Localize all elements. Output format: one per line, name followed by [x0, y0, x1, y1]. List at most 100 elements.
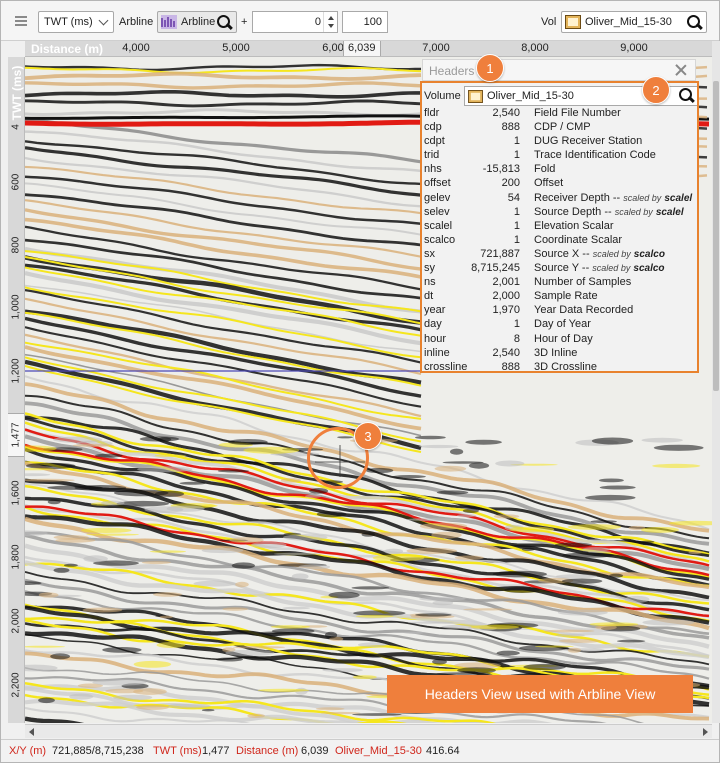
header-value: 54	[507, 191, 520, 204]
header-description: Sample Rate	[534, 290, 598, 302]
x-tick: 7,000	[422, 42, 450, 54]
header-row[interactable]: fldr 2,540 Field File Number	[424, 107, 697, 121]
y-tick: 2,200	[10, 672, 22, 698]
header-key: selev	[424, 205, 450, 218]
header-description: 3D Crossline	[534, 361, 597, 371]
x-tick: 6,00	[322, 42, 344, 54]
header-description: Receiver Depth -- scaled by scalel	[534, 192, 692, 204]
header-row[interactable]: nhs -15,813 Fold	[424, 163, 697, 177]
header-description: Trace Identification Code	[534, 149, 656, 161]
volume-icon	[468, 90, 483, 103]
header-scale-key: scalco	[633, 263, 665, 275]
header-row[interactable]: cdp 888 CDP / CMP	[424, 121, 697, 135]
header-description: Coordinate Scalar	[534, 234, 622, 246]
header-row[interactable]: selev 1 Source Depth -- scaled by scalel	[424, 205, 697, 220]
status-distance-label: Distance (m)	[236, 745, 299, 757]
x-cursor-readout: 6,039	[343, 41, 381, 56]
header-description-text: Year Data Recorded	[534, 304, 634, 317]
header-row[interactable]: sy 8,715,245 Source Y -- scaled by scalco	[424, 262, 697, 276]
y-cursor-value: 1,477	[10, 422, 22, 448]
x-tick: 4,000	[122, 42, 150, 54]
header-value: 1,970	[492, 304, 520, 317]
y-tick: 1,600	[10, 480, 22, 506]
header-row[interactable]: offset 200 Offset	[424, 177, 697, 191]
header-key: sx	[424, 247, 435, 260]
header-description-text: Receiver Depth --	[534, 191, 621, 204]
scroll-left-arrow-icon[interactable]	[29, 728, 34, 736]
header-row[interactable]: cdpt 1 DUG Receiver Station	[424, 135, 697, 149]
header-row[interactable]: ns 2,001 Number of Samples	[424, 276, 697, 290]
header-row[interactable]: dt 2,000 Sample Rate	[424, 290, 697, 304]
scroll-right-arrow-icon[interactable]	[703, 728, 708, 736]
domain-select[interactable]: TWT (ms)	[38, 11, 114, 33]
status-twt-value: 1,477	[202, 745, 230, 757]
header-row[interactable]: trid 1 Trace Identification Code	[424, 149, 697, 163]
vol-label: Vol	[541, 16, 557, 28]
header-row[interactable]: year 1,970 Year Data Recorded	[424, 304, 697, 318]
search-icon[interactable]	[217, 15, 233, 31]
callout-badge-1: 1	[476, 54, 504, 82]
header-value: 888	[501, 121, 520, 134]
vertical-scrollbar[interactable]	[712, 41, 720, 723]
header-description: Number of Samples	[534, 276, 631, 288]
header-row[interactable]: inline 2,540 3D Inline	[424, 346, 697, 361]
volume-icon	[565, 15, 581, 29]
header-row[interactable]: sx 721,887 Source X -- scaled by scalco	[424, 247, 697, 262]
header-value: 721,887	[480, 247, 520, 260]
x-tick: 9,000	[620, 42, 648, 54]
header-key: crossline	[424, 360, 468, 373]
header-description-text: Offset	[534, 177, 564, 190]
horizontal-scrollbar[interactable]	[25, 724, 712, 738]
arbline-picker[interactable]: Arbline	[157, 11, 237, 33]
search-icon[interactable]	[687, 15, 703, 31]
header-row[interactable]: gelev 54 Receiver Depth -- scaled by scale…	[424, 191, 697, 206]
header-description: Offset	[534, 177, 563, 189]
header-row[interactable]: scalco 1 Coordinate Scalar	[424, 233, 697, 248]
header-key: dt	[424, 290, 434, 303]
header-description: Source Y -- scaled by scalco	[534, 262, 665, 274]
header-row[interactable]: day 1 Day of Year	[424, 318, 697, 332]
toolbar-grip-icon[interactable]	[9, 12, 33, 30]
header-description: Day of Year	[534, 318, 591, 330]
twt-axis-title: TWT (ms)	[10, 65, 24, 121]
header-value: 1	[513, 149, 520, 162]
header-key: year	[424, 304, 446, 317]
header-row[interactable]: hour 8 Hour of Day	[424, 332, 697, 347]
stepper-arrows-icon[interactable]	[323, 12, 337, 32]
header-description-text: Elevation Scalar	[534, 219, 614, 232]
caption-banner: Headers View used with Arbline View	[387, 675, 693, 713]
header-description-text: Day of Year	[534, 318, 591, 331]
status-twt-label: TWT (ms)	[153, 745, 202, 757]
header-description: Year Data Recorded	[534, 304, 633, 316]
headers-panel: Volume Oliver_Mid_15-30 fldr 2,540 Field F…	[420, 81, 699, 373]
header-value: 1	[513, 318, 520, 331]
header-value: 1	[513, 233, 520, 246]
header-scale-note: scaled by	[592, 248, 631, 259]
header-description-text: Source Depth --	[534, 205, 612, 218]
length-field[interactable]: 100	[342, 11, 388, 33]
close-icon[interactable]	[675, 64, 687, 76]
search-icon[interactable]	[679, 88, 695, 104]
vertical-scroll-thumb[interactable]	[713, 81, 719, 391]
distance-axis-title: Distance (m)	[31, 42, 104, 56]
header-value: 2,540	[492, 107, 520, 119]
header-value: 200	[501, 177, 520, 190]
header-value: -15,813	[482, 163, 520, 176]
header-description: 3D Inline	[534, 347, 577, 359]
header-row[interactable]: crossline 888 3D Crossline	[424, 360, 697, 373]
callout-badge-2: 2	[642, 76, 670, 104]
header-row[interactable]: scalel 1 Elevation Scalar	[424, 219, 697, 234]
header-value: 8	[513, 332, 520, 345]
header-value: 1	[513, 135, 520, 148]
header-description: Source Depth -- scaled by scalel	[534, 206, 684, 218]
header-value: 2,540	[492, 346, 520, 359]
offset-stepper[interactable]: 0	[252, 11, 338, 33]
header-description: Fold	[534, 163, 555, 175]
header-description-text: Source X --	[534, 247, 590, 260]
volume-picker[interactable]: Oliver_Mid_15-30	[561, 11, 707, 33]
y-tick: 4	[10, 124, 22, 130]
header-description-text: Trace Identification Code	[534, 149, 656, 162]
arbline-picker-value: Arbline	[181, 16, 216, 28]
twt-axis: TWT (ms) 4 600 800 1,000 1,200 1,477 1,6…	[8, 57, 25, 723]
header-key: offset	[424, 177, 451, 190]
